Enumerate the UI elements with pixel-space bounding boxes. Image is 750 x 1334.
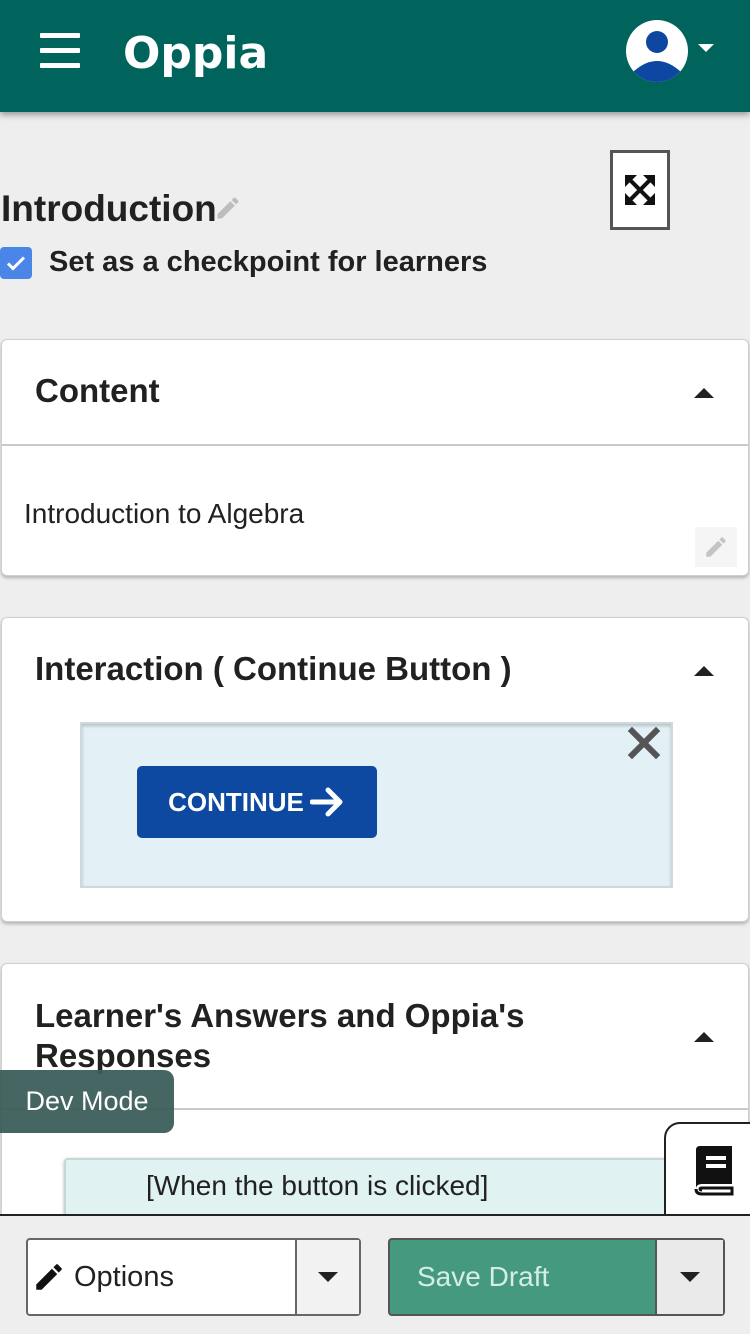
options-dropdown-toggle[interactable]	[295, 1240, 359, 1314]
edit-content-button[interactable]	[695, 527, 737, 567]
pencil-icon	[706, 537, 726, 557]
brand-name: Oppia	[123, 28, 269, 79]
continue-button-label: CONTINUE	[168, 786, 304, 817]
content-card-title: Content	[35, 372, 160, 409]
close-icon[interactable]	[627, 726, 661, 760]
continue-button[interactable]: CONTINUE	[137, 766, 377, 838]
arrow-right-icon	[309, 787, 343, 817]
state-title: Introduction	[1, 188, 217, 229]
checkmark-icon	[6, 255, 26, 271]
collapse-triangle-icon[interactable]	[694, 666, 714, 676]
options-button[interactable]: Options	[28, 1240, 295, 1314]
checkpoint-row: Set as a checkpoint for learners	[0, 246, 487, 279]
expand-arrows-icon	[625, 175, 655, 205]
interaction-card-title: Interaction ( Continue Button )	[35, 650, 512, 687]
edit-state-title-pencil-icon[interactable]	[214, 194, 242, 222]
interaction-card-header[interactable]: Interaction ( Continue Button )	[2, 618, 748, 718]
chevron-down-icon	[318, 1272, 338, 1282]
save-draft-label: Save Draft	[417, 1261, 550, 1292]
pencil-icon	[36, 1264, 62, 1290]
chevron-down-icon	[680, 1272, 700, 1282]
chevron-down-icon	[698, 44, 714, 52]
editor-footer: Options Save Draft	[0, 1214, 750, 1334]
hamburger-menu-icon[interactable]	[40, 33, 80, 69]
interaction-preview[interactable]: CONTINUE	[80, 722, 673, 888]
content-card-header[interactable]: Content	[2, 340, 748, 446]
oppia-logo[interactable]: Oppia	[123, 26, 268, 82]
rule-text: [When the button is clicked]	[146, 1170, 489, 1201]
exploration-guide-tab[interactable]	[664, 1122, 750, 1218]
options-label: Options	[74, 1260, 174, 1293]
collapse-triangle-icon[interactable]	[694, 388, 714, 398]
save-dropdown-toggle[interactable]	[655, 1240, 723, 1314]
top-navigation-bar: Oppia	[0, 0, 750, 112]
dev-mode-badge: Dev Mode	[0, 1070, 174, 1133]
checkpoint-label: Set as a checkpoint for learners	[49, 246, 488, 278]
options-button-group: Options	[26, 1238, 361, 1316]
content-text: Introduction to Algebra	[24, 498, 305, 529]
save-button-group: Save Draft	[388, 1238, 725, 1316]
collapse-triangle-icon[interactable]	[694, 1032, 714, 1042]
fullscreen-toggle-button[interactable]	[610, 150, 670, 230]
interaction-card: Interaction ( Continue Button ) CONTINUE	[1, 617, 749, 922]
profile-dropdown[interactable]	[626, 20, 718, 84]
responses-card-title: Learner's Answers and Oppia's Responses	[35, 997, 525, 1074]
user-avatar-icon	[626, 20, 688, 82]
book-icon	[694, 1146, 734, 1196]
checkpoint-checkbox[interactable]	[0, 246, 32, 279]
save-draft-button[interactable]: Save Draft	[390, 1240, 655, 1314]
content-card: Content Introduction to Algebra	[1, 339, 749, 576]
